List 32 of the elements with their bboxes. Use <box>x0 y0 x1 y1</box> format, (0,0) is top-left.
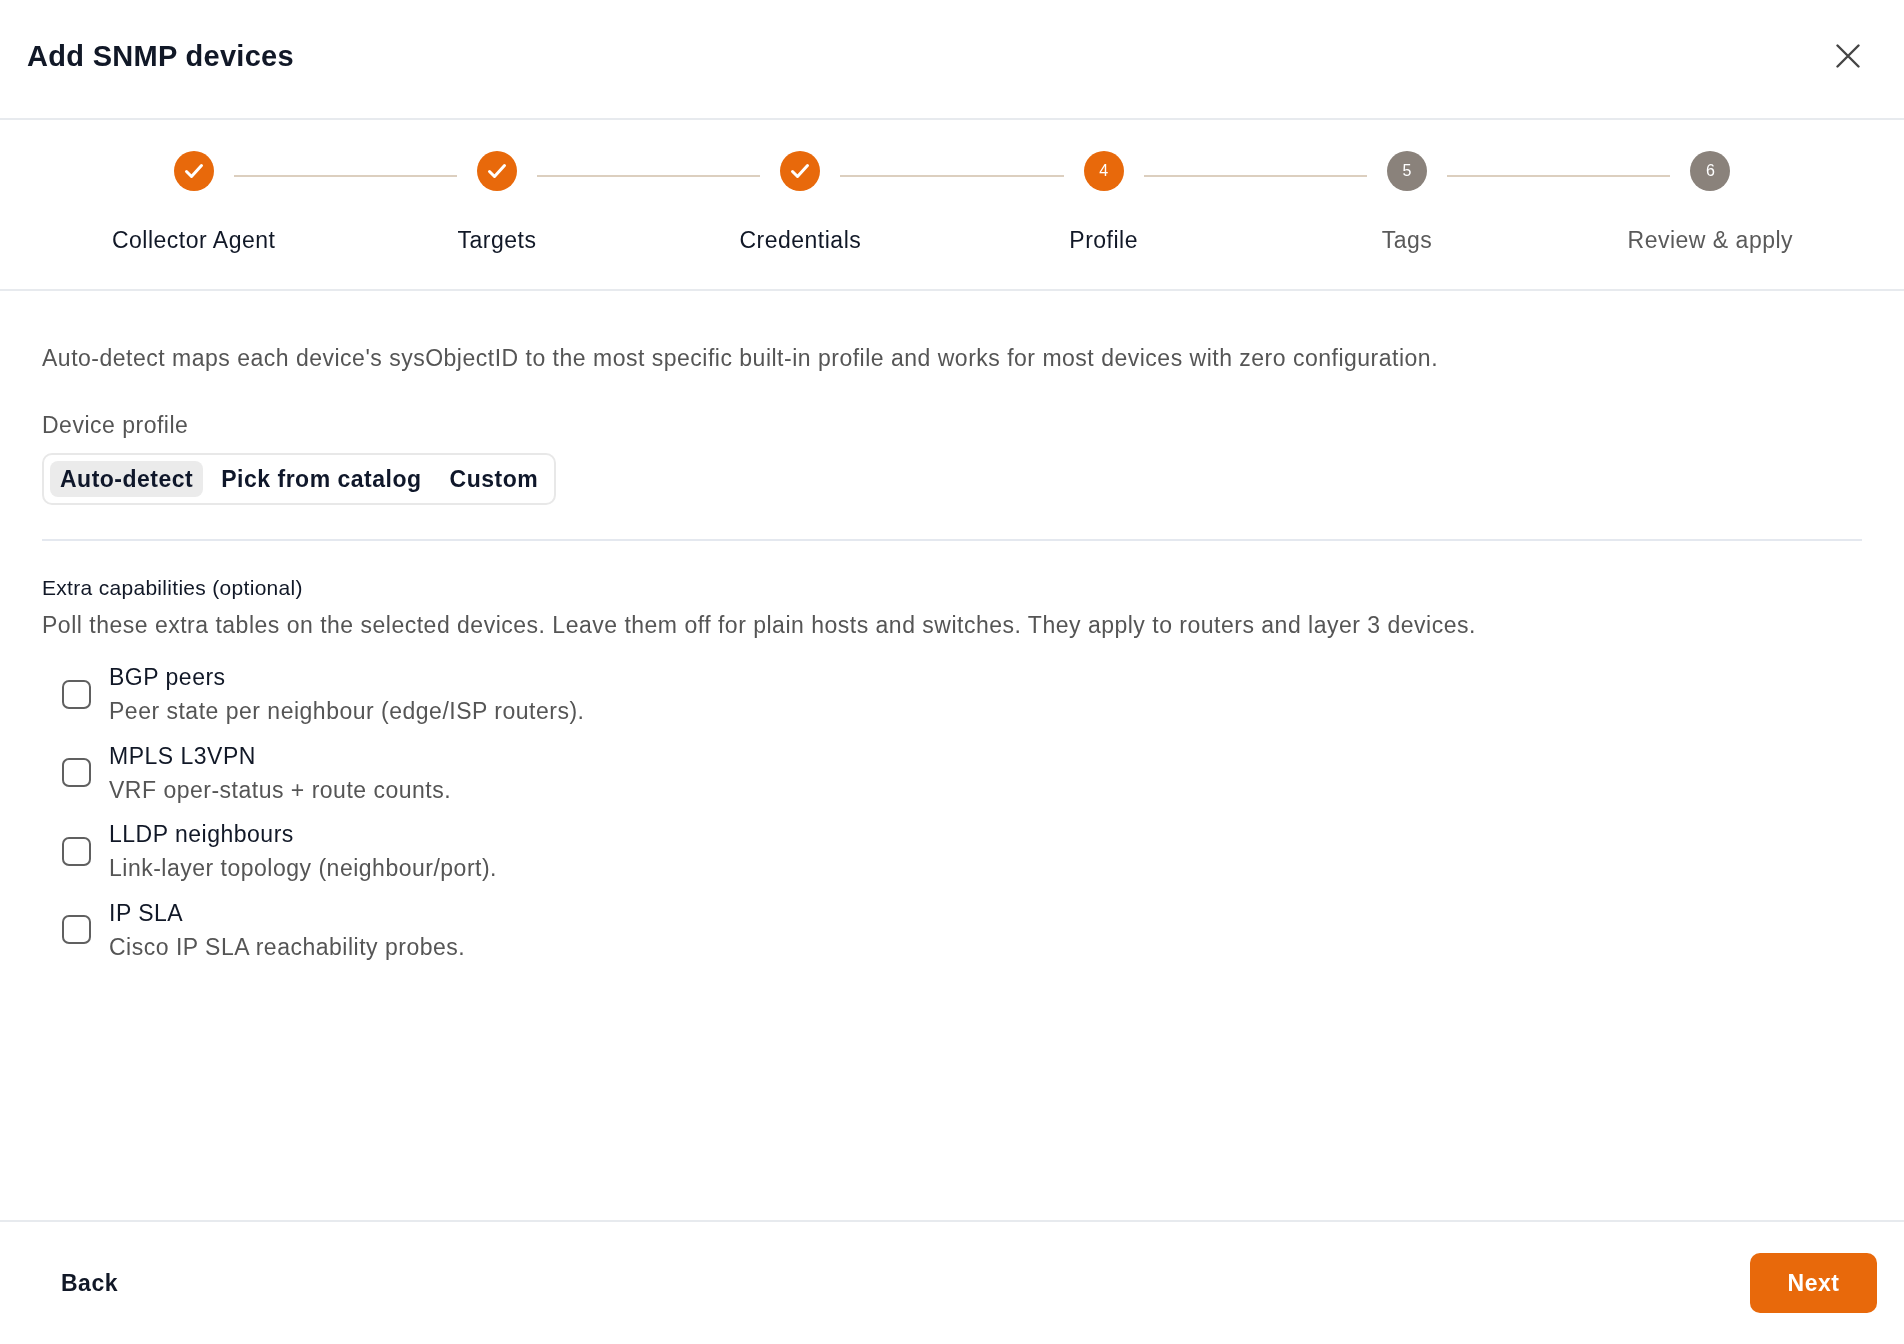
option-title: BGP peers <box>109 663 226 692</box>
segment-option[interactable]: Auto-detect <box>50 461 204 497</box>
step-number: 5 <box>1387 151 1428 191</box>
segment-option[interactable]: Pick from catalog <box>211 461 432 497</box>
segment-option[interactable]: Custom <box>439 461 549 497</box>
option-title: MPLS L3VPN <box>109 741 256 771</box>
step-label: Targets <box>457 226 537 254</box>
option-title: LLDP neighbours <box>109 820 294 849</box>
back-button[interactable]: Back <box>37 1253 142 1313</box>
option-description: Peer state per neighbour (edge/ISP routers). <box>109 697 585 726</box>
field-label: Device profile <box>42 411 189 439</box>
step-label: Tags <box>1381 226 1433 254</box>
step-label: Profile <box>1069 226 1138 254</box>
option-description: Link-layer topology (neighbour/port). <box>109 854 497 883</box>
step-label: Credentials <box>739 226 862 254</box>
section-title: Extra capabilities (optional) <box>42 575 303 601</box>
checkbox[interactable] <box>62 679 91 709</box>
step-number: 4 <box>1083 151 1124 191</box>
option-description: VRF oper-status + route counts. <box>109 775 452 805</box>
option-description: Cisco IP SLA reachability probes. <box>109 932 466 962</box>
section-description: Poll these extra tables on the selected devices. Leave them off for plain hosts and switches. They apply to routers and layer 3 devices. <box>42 611 1477 639</box>
checkbox[interactable] <box>62 915 91 944</box>
checkbox[interactable] <box>62 836 91 866</box>
step-label: Collector Agent <box>111 226 276 254</box>
profile-description: Auto-detect maps each device's sysObjectID to the most specific built-in profile and works for most devices with zero configuration. <box>42 344 1440 372</box>
dialog-title: Add SNMP devices <box>27 39 294 74</box>
step-label: Review & apply <box>1627 226 1794 254</box>
close-icon <box>1836 44 1860 68</box>
step-number: 6 <box>1690 151 1731 191</box>
option-title: IP SLA <box>109 898 184 928</box>
checkbox[interactable] <box>62 758 91 787</box>
close-button[interactable] <box>1834 42 1862 70</box>
